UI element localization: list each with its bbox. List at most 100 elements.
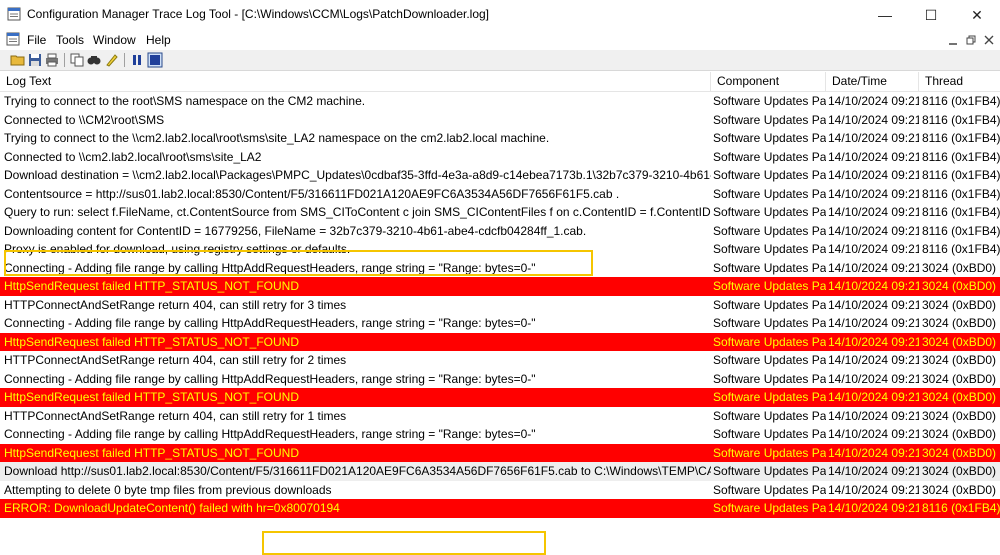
error-row[interactable]: HttpSendRequest failed HTTP_STATUS_NOT_F… bbox=[0, 388, 1000, 407]
menu-tools[interactable]: Tools bbox=[56, 33, 84, 47]
datetime-cell: 14/10/2024 09:21 bbox=[828, 112, 919, 127]
mdi-restore-icon[interactable] bbox=[964, 33, 978, 47]
column-header-log-text[interactable]: Log Text bbox=[0, 72, 711, 91]
datetime-cell: 14/10/2024 09:21 bbox=[828, 279, 919, 293]
log-text-cell: HTTPConnectAndSetRange return 404, can s… bbox=[4, 408, 347, 423]
table-row[interactable]: HTTPConnectAndSetRange return 404, can s… bbox=[0, 407, 1000, 426]
component-cell: Software Updates Patc bbox=[713, 371, 826, 386]
error-row[interactable]: HttpSendRequest failed HTTP_STATUS_NOT_F… bbox=[0, 277, 1000, 296]
datetime-cell: 14/10/2024 09:21 bbox=[828, 242, 919, 256]
pause-icon[interactable] bbox=[129, 52, 145, 68]
table-row[interactable]: Connecting - Adding file range by callin… bbox=[0, 425, 1000, 444]
datetime-cell: 14/10/2024 09:21 bbox=[828, 427, 919, 441]
table-row[interactable]: Downloading content for ContentID = 1677… bbox=[0, 222, 1000, 241]
column-header-datetime[interactable]: Date/Time bbox=[826, 72, 919, 91]
table-row[interactable]: Trying to connect to the root\SMS namesp… bbox=[0, 92, 1000, 111]
log-text-cell: Contentsource = http://sus01.lab2.local:… bbox=[4, 186, 620, 201]
highlight-icon[interactable] bbox=[104, 52, 120, 68]
table-row[interactable]: Download http://sus01.lab2.local:8530/Co… bbox=[0, 462, 1000, 481]
datetime-cell: 14/10/2024 09:21 bbox=[828, 186, 919, 201]
component-cell: Software Updates Patc bbox=[713, 427, 826, 441]
table-row[interactable]: HTTPConnectAndSetRange return 404, can s… bbox=[0, 296, 1000, 315]
component-cell: Software Updates Patc bbox=[713, 408, 826, 423]
thread-cell: 8116 (0x1FB4) bbox=[922, 168, 1000, 182]
error-row[interactable]: HttpSendRequest failed HTTP_STATUS_NOT_F… bbox=[0, 443, 1000, 462]
log-text-cell: Connected to \\CM2\root\SMS bbox=[4, 112, 165, 127]
title-bar: Configuration Manager Trace Log Tool - [… bbox=[0, 0, 1000, 30]
thread-cell: 3024 (0xBD0) bbox=[922, 353, 997, 367]
mdi-minimize-icon[interactable] bbox=[946, 33, 960, 47]
log-text-cell: ERROR: DownloadUpdateContent() failed wi… bbox=[4, 501, 340, 515]
datetime-cell: 14/10/2024 09:21 bbox=[828, 316, 919, 330]
log-text-cell: HttpSendRequest failed HTTP_STATUS_NOT_F… bbox=[4, 445, 299, 460]
component-cell: Software Updates Patc bbox=[713, 279, 826, 293]
toolbar-separator bbox=[124, 53, 125, 67]
thread-cell: 8116 (0x1FB4) bbox=[922, 501, 1000, 515]
table-row[interactable]: HTTPConnectAndSetRange return 404, can s… bbox=[0, 351, 1000, 370]
log-text-cell: Download http://sus01.lab2.local:8530/Co… bbox=[0, 462, 711, 481]
log-text-cell: HttpSendRequest failed HTTP_STATUS_NOT_F… bbox=[4, 390, 299, 404]
save-icon[interactable] bbox=[27, 52, 43, 68]
log-text-cell: Connected to \\cm2.lab2.local\root\sms\s… bbox=[4, 149, 262, 164]
print-icon[interactable] bbox=[44, 52, 60, 68]
component-cell: Software Updates Patc bbox=[713, 334, 826, 349]
datetime-cell: 14/10/2024 09:21 bbox=[828, 501, 919, 515]
error-row[interactable]: ERROR: DownloadUpdateContent() failed wi… bbox=[0, 499, 1000, 518]
log-text-cell: HttpSendRequest failed HTTP_STATUS_NOT_F… bbox=[4, 279, 299, 293]
document-icon[interactable] bbox=[6, 32, 20, 46]
log-text-cell: Trying to connect to the root\SMS namesp… bbox=[4, 94, 366, 108]
log-text-cell: Downloading content for ContentID = 1677… bbox=[4, 223, 587, 238]
datetime-cell: 14/10/2024 09:21 bbox=[828, 205, 919, 219]
column-header-thread[interactable]: Thread bbox=[919, 72, 1000, 91]
table-row[interactable]: Connecting - Adding file range by callin… bbox=[0, 314, 1000, 333]
table-row[interactable]: Query to run: select f.FileName, ct.Cont… bbox=[0, 203, 1000, 222]
thread-cell: 8116 (0x1FB4) bbox=[922, 186, 1000, 201]
table-row[interactable]: Connecting - Adding file range by callin… bbox=[0, 370, 1000, 389]
log-text-cell: HTTPConnectAndSetRange return 404, can s… bbox=[4, 297, 347, 312]
thread-cell: 3024 (0xBD0) bbox=[922, 408, 997, 423]
datetime-cell: 14/10/2024 09:21 bbox=[828, 149, 919, 164]
thread-cell: 8116 (0x1FB4) bbox=[922, 94, 1000, 108]
log-text-cell: Connecting - Adding file range by callin… bbox=[4, 316, 536, 330]
table-row[interactable]: Connected to \\cm2.lab2.local\root\sms\s… bbox=[0, 148, 1000, 167]
minimize-button[interactable]: — bbox=[862, 0, 908, 30]
close-button[interactable]: ✕ bbox=[954, 0, 1000, 30]
datetime-cell: 14/10/2024 09:21 bbox=[828, 408, 919, 423]
window-icon[interactable] bbox=[147, 52, 163, 68]
thread-cell: 3024 (0xBD0) bbox=[919, 462, 1000, 481]
component-cell: Software Updates Patc bbox=[713, 131, 826, 145]
component-cell: Software Updates Patc bbox=[713, 482, 826, 497]
copy-icon[interactable] bbox=[69, 52, 85, 68]
thread-cell: 8116 (0x1FB4) bbox=[922, 149, 1000, 164]
datetime-cell: 14/10/2024 09:21 bbox=[828, 168, 919, 182]
component-cell: Software Updates Patc bbox=[713, 316, 826, 330]
table-row[interactable]: Contentsource = http://sus01.lab2.local:… bbox=[0, 185, 1000, 204]
toolbar-separator bbox=[64, 53, 65, 67]
log-text-cell: Query to run: select f.FileName, ct.Cont… bbox=[4, 205, 711, 219]
log-text-cell: Download destination = \\cm2.lab2.local\… bbox=[4, 168, 711, 182]
log-text-cell: Trying to connect to the \\cm2.lab2.loca… bbox=[4, 131, 550, 145]
menu-file[interactable]: File bbox=[27, 33, 46, 47]
menu-window[interactable]: Window bbox=[93, 33, 136, 47]
mdi-close-icon[interactable] bbox=[982, 33, 996, 47]
table-row[interactable]: Connected to \\CM2\root\SMS Software Upda… bbox=[0, 111, 1000, 130]
find-icon[interactable] bbox=[86, 52, 102, 68]
datetime-cell: 14/10/2024 09:21 bbox=[826, 462, 919, 481]
thread-cell: 8116 (0x1FB4) bbox=[922, 242, 1000, 256]
open-folder-icon[interactable] bbox=[10, 52, 26, 68]
table-row[interactable]: Trying to connect to the \\cm2.lab2.loca… bbox=[0, 129, 1000, 148]
log-text-cell: HTTPConnectAndSetRange return 404, can s… bbox=[4, 353, 347, 367]
column-header-component[interactable]: Component bbox=[711, 72, 826, 91]
menu-help[interactable]: Help bbox=[146, 33, 171, 47]
component-cell: Software Updates Patc bbox=[713, 186, 826, 201]
log-grid[interactable]: Log Text Component Date/Time Thread Tryi… bbox=[0, 72, 1000, 555]
error-row[interactable]: HttpSendRequest failed HTTP_STATUS_NOT_F… bbox=[0, 332, 1000, 351]
thread-cell: 3024 (0xBD0) bbox=[922, 316, 997, 330]
table-row[interactable]: Download destination = \\cm2.lab2.local\… bbox=[0, 166, 1000, 185]
maximize-button[interactable]: ☐ bbox=[908, 0, 954, 30]
datetime-cell: 14/10/2024 09:21 bbox=[828, 297, 919, 312]
component-cell: Software Updates Patc bbox=[713, 445, 826, 460]
highlight-box-filename bbox=[262, 531, 546, 555]
table-row[interactable]: Attempting to delete 0 byte tmp files fr… bbox=[0, 481, 1000, 500]
component-cell: Software Updates Patc bbox=[711, 462, 826, 481]
